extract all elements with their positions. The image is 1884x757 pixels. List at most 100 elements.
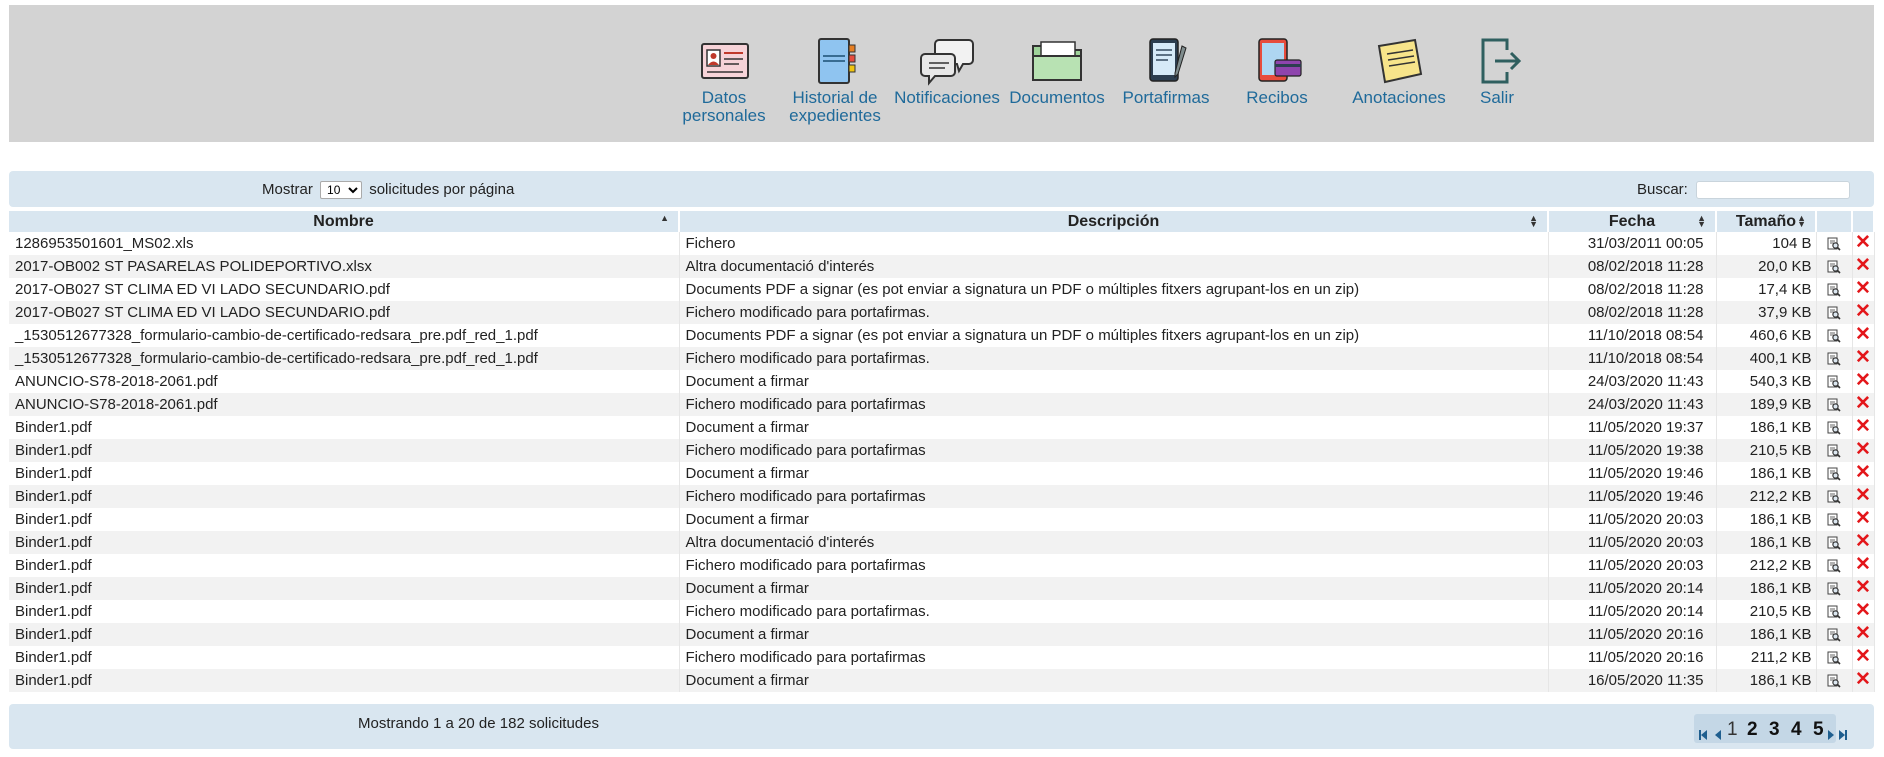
page-1-button[interactable]: 1 xyxy=(1727,719,1738,741)
delete-x-icon[interactable]: ✕ xyxy=(1855,370,1871,391)
cell-view xyxy=(1816,324,1853,347)
column-header-delete xyxy=(1852,211,1875,232)
cell-nombre: ANUNCIO-S78-2018-2061.pdf xyxy=(9,370,680,393)
table-row: ANUNCIO-S78-2018-2061.pdf Document a firm… xyxy=(9,370,1875,393)
magnifier-document-icon[interactable] xyxy=(1827,674,1841,688)
search-input[interactable] xyxy=(1696,181,1850,200)
cell-fecha: 11/05/2020 20:16 xyxy=(1548,646,1717,669)
delete-x-icon[interactable]: ✕ xyxy=(1855,393,1871,414)
magnifier-document-icon[interactable] xyxy=(1827,628,1841,642)
first-page-icon[interactable] xyxy=(1699,724,1711,746)
page-4-button[interactable]: 4 xyxy=(1791,719,1802,741)
delete-x-icon[interactable]: ✕ xyxy=(1855,278,1871,299)
delete-x-icon[interactable]: ✕ xyxy=(1855,508,1871,529)
magnifier-document-icon[interactable] xyxy=(1827,352,1841,366)
cell-nombre: Binder1.pdf xyxy=(9,646,680,669)
cell-fecha: 24/03/2020 11:43 xyxy=(1548,393,1717,416)
nav-portafirmas[interactable]: Portafirmas xyxy=(1116,36,1216,107)
delete-x-icon[interactable]: ✕ xyxy=(1855,439,1871,460)
last-page-icon[interactable] xyxy=(1839,724,1851,746)
delete-x-icon[interactable]: ✕ xyxy=(1855,531,1871,552)
delete-x-icon[interactable]: ✕ xyxy=(1855,324,1871,345)
per-page-select[interactable]: 10 xyxy=(320,181,363,200)
nav-anotaciones[interactable]: Anotaciones xyxy=(1334,36,1464,107)
magnifier-document-icon[interactable] xyxy=(1827,651,1841,665)
delete-x-icon[interactable]: ✕ xyxy=(1855,416,1871,437)
delete-x-icon[interactable]: ✕ xyxy=(1855,554,1871,575)
page-length-control: Mostrar 10 solicitudes por página xyxy=(262,181,515,200)
delete-x-icon[interactable]: ✕ xyxy=(1855,301,1871,322)
column-header-nombre[interactable]: Nombre ▲ xyxy=(9,211,680,232)
nav-historial-expedientes[interactable]: Historial de expedientes xyxy=(780,36,890,125)
cell-view xyxy=(1816,393,1853,416)
delete-x-icon[interactable]: ✕ xyxy=(1855,600,1871,621)
magnifier-document-icon[interactable] xyxy=(1827,329,1841,343)
prev-page-icon[interactable] xyxy=(1714,724,1722,746)
delete-x-icon[interactable]: ✕ xyxy=(1855,646,1871,667)
magnifier-document-icon[interactable] xyxy=(1827,536,1841,550)
delete-x-icon[interactable]: ✕ xyxy=(1855,669,1871,690)
column-header-descripcion[interactable]: Descripción ▲ ▼ xyxy=(679,211,1549,232)
magnifier-document-icon[interactable] xyxy=(1827,237,1841,251)
nav-label: personales xyxy=(682,106,766,125)
nav-label: Portafirmas xyxy=(1122,88,1210,107)
nav-recibos[interactable]: Recibos xyxy=(1227,36,1327,107)
magnifier-document-icon[interactable] xyxy=(1827,283,1841,297)
magnifier-document-icon[interactable] xyxy=(1827,421,1841,435)
per-page-suffix: solicitudes por página xyxy=(369,181,515,198)
delete-x-icon[interactable]: ✕ xyxy=(1855,255,1871,276)
cell-delete: ✕ xyxy=(1852,646,1875,669)
cell-descripcion: Fichero modificado para portafirmas xyxy=(679,646,1549,669)
table-footer: Mostrando 1 a 20 de 182 solicitudes 1 2 … xyxy=(9,704,1874,749)
nav-documentos[interactable]: Documentos xyxy=(1005,36,1109,107)
cell-nombre: ANUNCIO-S78-2018-2061.pdf xyxy=(9,393,680,416)
table-row: 2017-OB027 ST CLIMA ED VI LADO SECUNDARI… xyxy=(9,301,1875,324)
nav-notificaciones[interactable]: Notificaciones xyxy=(889,36,1005,107)
cell-tamano: 37,9 KB xyxy=(1716,301,1817,324)
magnifier-document-icon[interactable] xyxy=(1827,260,1841,274)
magnifier-document-icon[interactable] xyxy=(1827,398,1841,412)
next-page-icon[interactable] xyxy=(1827,724,1835,746)
delete-x-icon[interactable]: ✕ xyxy=(1855,577,1871,598)
page-5-button[interactable]: 5 xyxy=(1813,719,1824,741)
nav-label: Datos xyxy=(701,88,747,107)
cell-view xyxy=(1816,646,1853,669)
page-2-button[interactable]: 2 xyxy=(1747,719,1758,741)
magnifier-document-icon[interactable] xyxy=(1827,467,1841,481)
cell-descripcion: Document a firmar xyxy=(679,462,1549,485)
cell-nombre: 1286953501601_MS02.xls xyxy=(9,232,680,255)
cell-tamano: 210,5 KB xyxy=(1716,439,1817,462)
delete-x-icon[interactable]: ✕ xyxy=(1855,623,1871,644)
cell-fecha: 11/10/2018 08:54 xyxy=(1548,324,1717,347)
cell-fecha: 08/02/2018 11:28 xyxy=(1548,255,1717,278)
cell-fecha: 11/05/2020 20:14 xyxy=(1548,577,1717,600)
cell-tamano: 20,0 KB xyxy=(1716,255,1817,278)
magnifier-document-icon[interactable] xyxy=(1827,559,1841,573)
cell-fecha: 11/05/2020 19:46 xyxy=(1548,462,1717,485)
page-3-button[interactable]: 3 xyxy=(1769,719,1780,741)
magnifier-document-icon[interactable] xyxy=(1827,513,1841,527)
magnifier-document-icon[interactable] xyxy=(1827,375,1841,389)
magnifier-document-icon[interactable] xyxy=(1827,605,1841,619)
column-header-fecha[interactable]: Fecha ▲ ▼ xyxy=(1548,211,1717,232)
main-nav: Datos personales Historial de expediente… xyxy=(9,5,1874,142)
cell-descripcion: Documents PDF a signar (es pot enviar a … xyxy=(679,278,1549,301)
cell-nombre: 2017-OB002 ST PASARELAS POLIDEPORTIVO.xl… xyxy=(9,255,680,278)
nav-salir[interactable]: Salir xyxy=(1455,36,1539,107)
column-header-tamano[interactable]: Tamaño ▲ ▼ xyxy=(1716,211,1817,232)
cell-fecha: 16/05/2020 11:35 xyxy=(1548,669,1717,692)
cell-view xyxy=(1816,255,1853,278)
magnifier-document-icon[interactable] xyxy=(1827,306,1841,320)
magnifier-document-icon[interactable] xyxy=(1827,490,1841,504)
cell-tamano: 212,2 KB xyxy=(1716,554,1817,577)
cell-tamano: 211,2 KB xyxy=(1716,646,1817,669)
delete-x-icon[interactable]: ✕ xyxy=(1855,485,1871,506)
cell-tamano: 186,1 KB xyxy=(1716,531,1817,554)
delete-x-icon[interactable]: ✕ xyxy=(1855,462,1871,483)
delete-x-icon[interactable]: ✕ xyxy=(1855,232,1871,253)
delete-x-icon[interactable]: ✕ xyxy=(1855,347,1871,368)
cell-descripcion: Document a firmar xyxy=(679,508,1549,531)
magnifier-document-icon[interactable] xyxy=(1827,444,1841,458)
nav-datos-personales[interactable]: Datos personales xyxy=(674,36,774,125)
magnifier-document-icon[interactable] xyxy=(1827,582,1841,596)
